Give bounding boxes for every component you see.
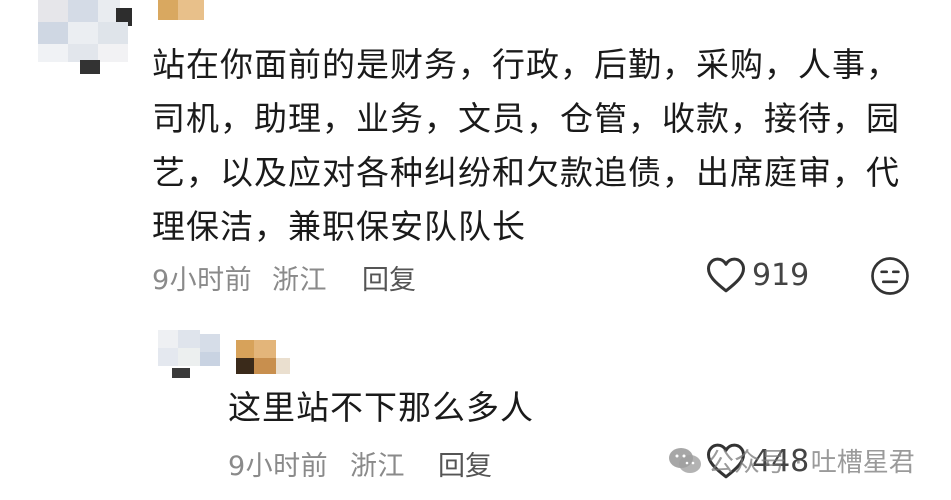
reply-avatar[interactable] bbox=[158, 330, 224, 380]
reply-button[interactable]: 回复 bbox=[362, 258, 416, 297]
comment-location: 浙江 bbox=[272, 265, 327, 296]
like-count: 919 bbox=[752, 257, 810, 293]
wechat-icon bbox=[669, 447, 701, 473]
username[interactable] bbox=[158, 0, 208, 22]
neutral-face-icon bbox=[871, 257, 909, 295]
watermark: 公众号 · 吐槽星君 bbox=[668, 442, 915, 479]
like-button[interactable]: 919 bbox=[706, 256, 809, 294]
watermark-text: 公众号 · 吐槽星君 bbox=[708, 448, 915, 478]
comment-text: 站在你面前的是财务，行政，后勤，采购，人事，司机，助理，业务，文员，仓管，收款，… bbox=[152, 45, 900, 246]
reply-time: 9小时前 bbox=[228, 451, 329, 482]
dislike-button[interactable] bbox=[870, 256, 910, 300]
reply-text: 这里站不下那么多人 bbox=[228, 388, 534, 427]
heart-outline-icon bbox=[707, 257, 745, 293]
reply-username[interactable] bbox=[236, 340, 292, 376]
reply-location: 浙江 bbox=[350, 451, 405, 482]
avatar[interactable] bbox=[30, 0, 132, 80]
comment-time: 9小时前 bbox=[152, 265, 253, 296]
reply-reply-button[interactable]: 回复 bbox=[438, 444, 492, 483]
